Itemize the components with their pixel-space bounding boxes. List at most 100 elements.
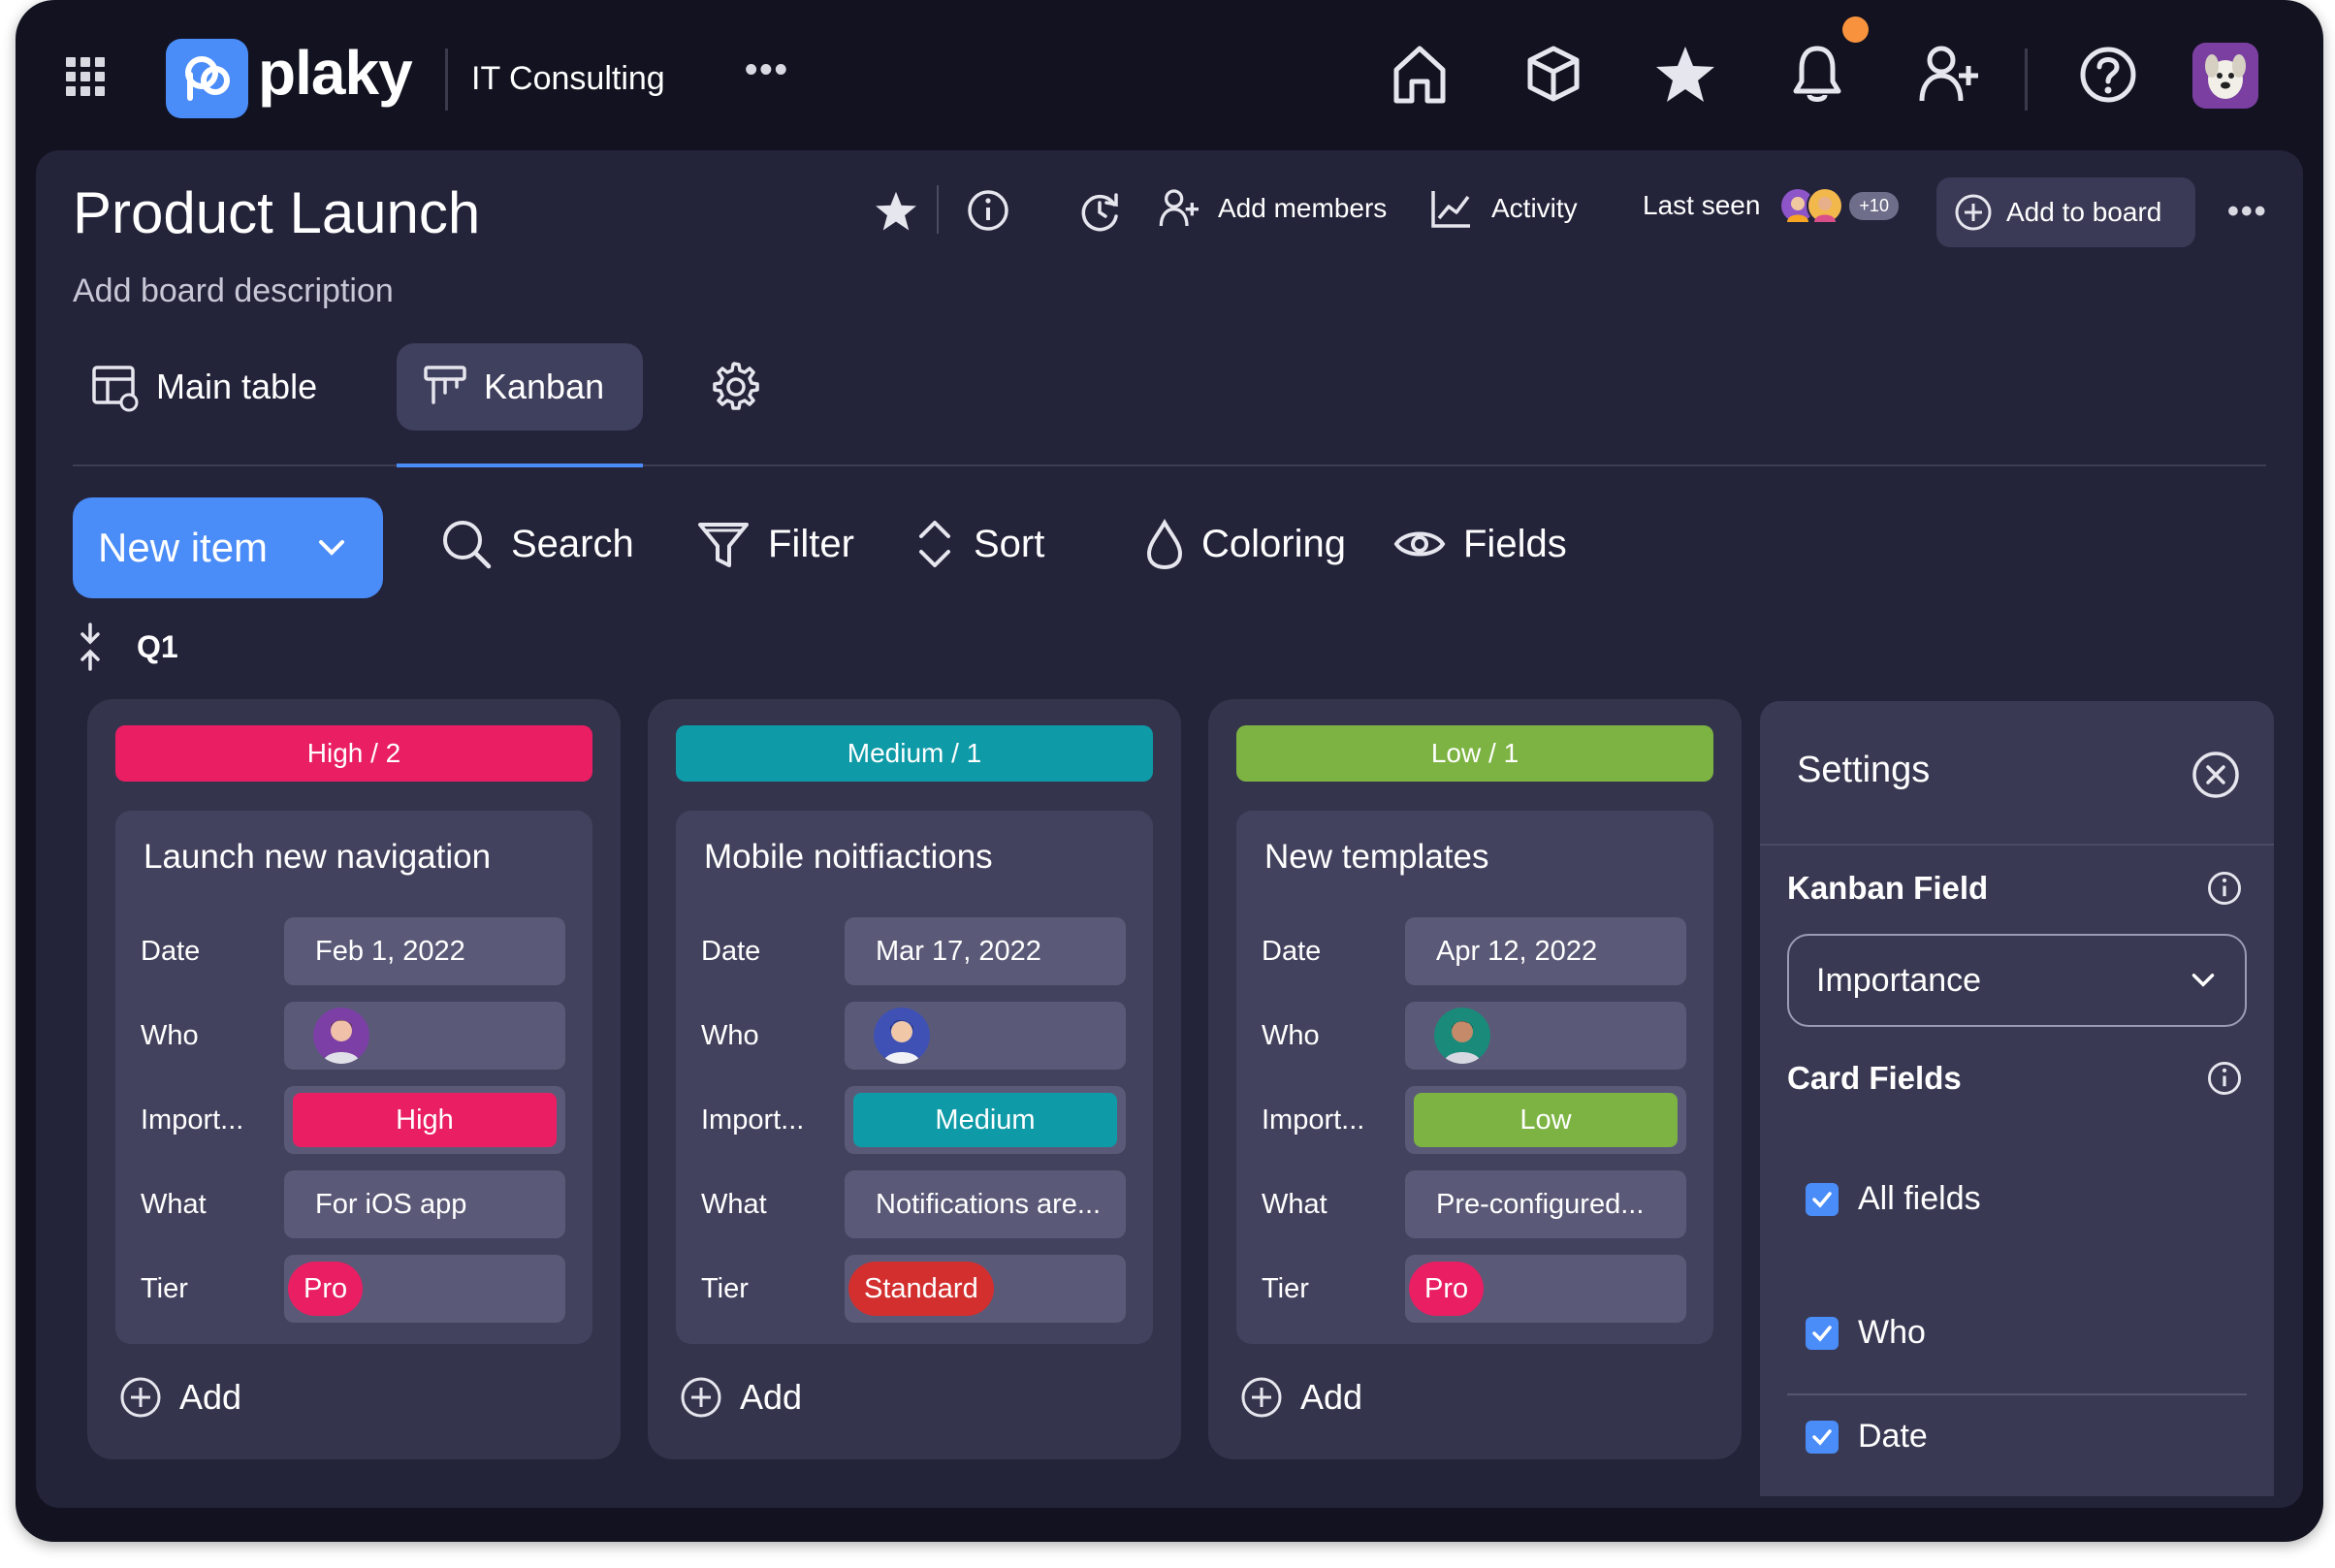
- field-label: Date: [141, 935, 201, 967]
- coloring-button[interactable]: Coloring: [1145, 517, 1346, 571]
- importance-value[interactable]: High: [284, 1086, 565, 1154]
- board-title[interactable]: Product Launch: [73, 179, 480, 246]
- chevron-down-icon[interactable]: [317, 538, 346, 558]
- checkbox-checked-icon[interactable]: [1806, 1316, 1839, 1350]
- card-field-date: Date Mar 17, 2022: [701, 917, 1128, 985]
- bell-icon[interactable]: [1790, 43, 1844, 107]
- invite-user-icon[interactable]: [1918, 43, 1980, 107]
- more-viewers-badge: +10: [1849, 191, 1899, 220]
- add-card-button[interactable]: Add: [680, 1376, 802, 1419]
- tier-value[interactable]: Pro: [284, 1255, 565, 1323]
- kanban-card[interactable]: Mobile noitfiactions Date Mar 17, 2022 Wh…: [676, 811, 1153, 1344]
- sync-icon[interactable]: [1077, 189, 1122, 234]
- board-panel: Product Launch Add board description Add…: [36, 150, 2303, 1508]
- checkbox-checked-icon[interactable]: [1806, 1182, 1839, 1216]
- tier-value[interactable]: Standard: [845, 1255, 1126, 1323]
- kanban-column: Low / 1 New templates Date Apr 12, 2022 W…: [1208, 699, 1742, 1459]
- checkbox-date[interactable]: Date: [1806, 1418, 1928, 1456]
- field-label: What: [701, 1188, 767, 1220]
- viewer-avatar: [1807, 187, 1844, 224]
- add-circle-icon: [681, 1377, 721, 1418]
- fields-button[interactable]: Fields: [1393, 517, 1567, 571]
- tier-value[interactable]: Pro: [1405, 1255, 1686, 1323]
- collapse-icon[interactable]: [79, 623, 102, 671]
- tab-kanban[interactable]: Kanban: [397, 343, 643, 431]
- add-to-board-label: Add to board: [2006, 197, 2162, 227]
- card-title[interactable]: Launch new navigation: [144, 838, 491, 877]
- kanban-card[interactable]: Launch new navigation Date Feb 1, 2022 Wh…: [115, 811, 592, 1344]
- info-icon[interactable]: [2207, 871, 2242, 906]
- add-members-label: Add members: [1218, 193, 1388, 223]
- search-button[interactable]: Search: [439, 517, 634, 571]
- field-label: Date: [701, 935, 761, 967]
- search-icon: [443, 521, 492, 569]
- settings-gear-icon[interactable]: [707, 358, 761, 412]
- importance-value[interactable]: Medium: [845, 1086, 1126, 1154]
- workspace-more-icon[interactable]: •••: [745, 51, 789, 88]
- column-header: Medium / 1: [676, 725, 1153, 782]
- tab-main-table[interactable]: Main table: [73, 343, 325, 431]
- board-description[interactable]: Add board description: [73, 272, 394, 310]
- add-label: Add: [179, 1377, 242, 1417]
- last-seen-label: Last seen: [1643, 190, 1761, 220]
- assignee-avatar: [874, 1008, 930, 1064]
- importance-badge: Medium: [853, 1093, 1117, 1147]
- what-value[interactable]: Pre-configured...: [1405, 1170, 1686, 1238]
- add-to-board-button[interactable]: Add to board: [1936, 177, 2195, 247]
- search-label: Search: [511, 522, 634, 565]
- kanban-card[interactable]: New templates Date Apr 12, 2022 Who Impor…: [1236, 811, 1713, 1344]
- plaky-logo-icon[interactable]: [166, 39, 248, 118]
- activity-button[interactable]: Activity: [1429, 187, 1578, 230]
- info-icon[interactable]: [967, 189, 1009, 232]
- card-title[interactable]: Mobile noitfiactions: [704, 838, 993, 877]
- who-value[interactable]: [1405, 1002, 1686, 1070]
- who-value[interactable]: [845, 1002, 1126, 1070]
- divider: [2025, 48, 2028, 111]
- info-icon[interactable]: [2207, 1061, 2242, 1096]
- active-tab-indicator: [397, 464, 643, 467]
- field-label: Import...: [1262, 1104, 1365, 1136]
- help-icon[interactable]: [2079, 43, 2137, 107]
- sort-button[interactable]: Sort: [913, 517, 1044, 571]
- cube-icon[interactable]: [1524, 43, 1583, 107]
- favorites-star-icon[interactable]: [1654, 43, 1716, 107]
- checkbox-who[interactable]: Who: [1806, 1314, 1926, 1352]
- date-value[interactable]: Feb 1, 2022: [284, 917, 565, 985]
- checkbox-all-fields[interactable]: All fields: [1806, 1180, 1981, 1218]
- user-avatar[interactable]: [2192, 43, 2258, 109]
- card-field-importance: Import... High: [141, 1086, 567, 1154]
- favorite-star-icon[interactable]: [874, 189, 918, 234]
- close-icon[interactable]: [2191, 750, 2241, 800]
- checkbox-checked-icon[interactable]: [1806, 1420, 1839, 1454]
- home-icon[interactable]: [1391, 43, 1449, 107]
- kanban-column: High / 2 Launch new navigation Date Feb 1…: [87, 699, 621, 1459]
- group-name: Q1: [137, 628, 178, 664]
- add-card-button[interactable]: Add: [119, 1376, 241, 1419]
- kanban-field-select[interactable]: Importance: [1787, 934, 2247, 1027]
- what-value[interactable]: Notifications are...: [845, 1170, 1126, 1238]
- add-members-button[interactable]: Add members: [1158, 187, 1387, 230]
- card-field-date: Date Apr 12, 2022: [1262, 917, 1688, 985]
- field-label: Import...: [141, 1104, 244, 1136]
- kanban-column: Medium / 1 Mobile noitfiactions Date Mar …: [648, 699, 1181, 1459]
- divider: [1760, 844, 2274, 846]
- group-header[interactable]: Q1: [79, 623, 178, 671]
- table-icon: [92, 366, 139, 412]
- importance-value[interactable]: Low: [1405, 1086, 1686, 1154]
- field-label: Tier: [701, 1272, 749, 1304]
- card-title[interactable]: New templates: [1264, 838, 1488, 877]
- what-value[interactable]: For iOS app: [284, 1170, 565, 1238]
- divider: [445, 48, 448, 111]
- apps-grid-icon[interactable]: [66, 57, 105, 96]
- date-value[interactable]: Apr 12, 2022: [1405, 917, 1686, 985]
- filter-button[interactable]: Filter: [696, 517, 854, 571]
- new-item-button[interactable]: New item: [73, 497, 383, 598]
- who-value[interactable]: [284, 1002, 565, 1070]
- board-more-icon[interactable]: •••: [2227, 193, 2268, 231]
- last-seen[interactable]: Last seen +10: [1643, 187, 1899, 224]
- workspace-name[interactable]: IT Consulting: [471, 60, 665, 98]
- add-card-button[interactable]: Add: [1240, 1376, 1362, 1419]
- date-value[interactable]: Mar 17, 2022: [845, 917, 1126, 985]
- assignee-avatar: [313, 1008, 369, 1064]
- eye-icon: [1393, 531, 1446, 557]
